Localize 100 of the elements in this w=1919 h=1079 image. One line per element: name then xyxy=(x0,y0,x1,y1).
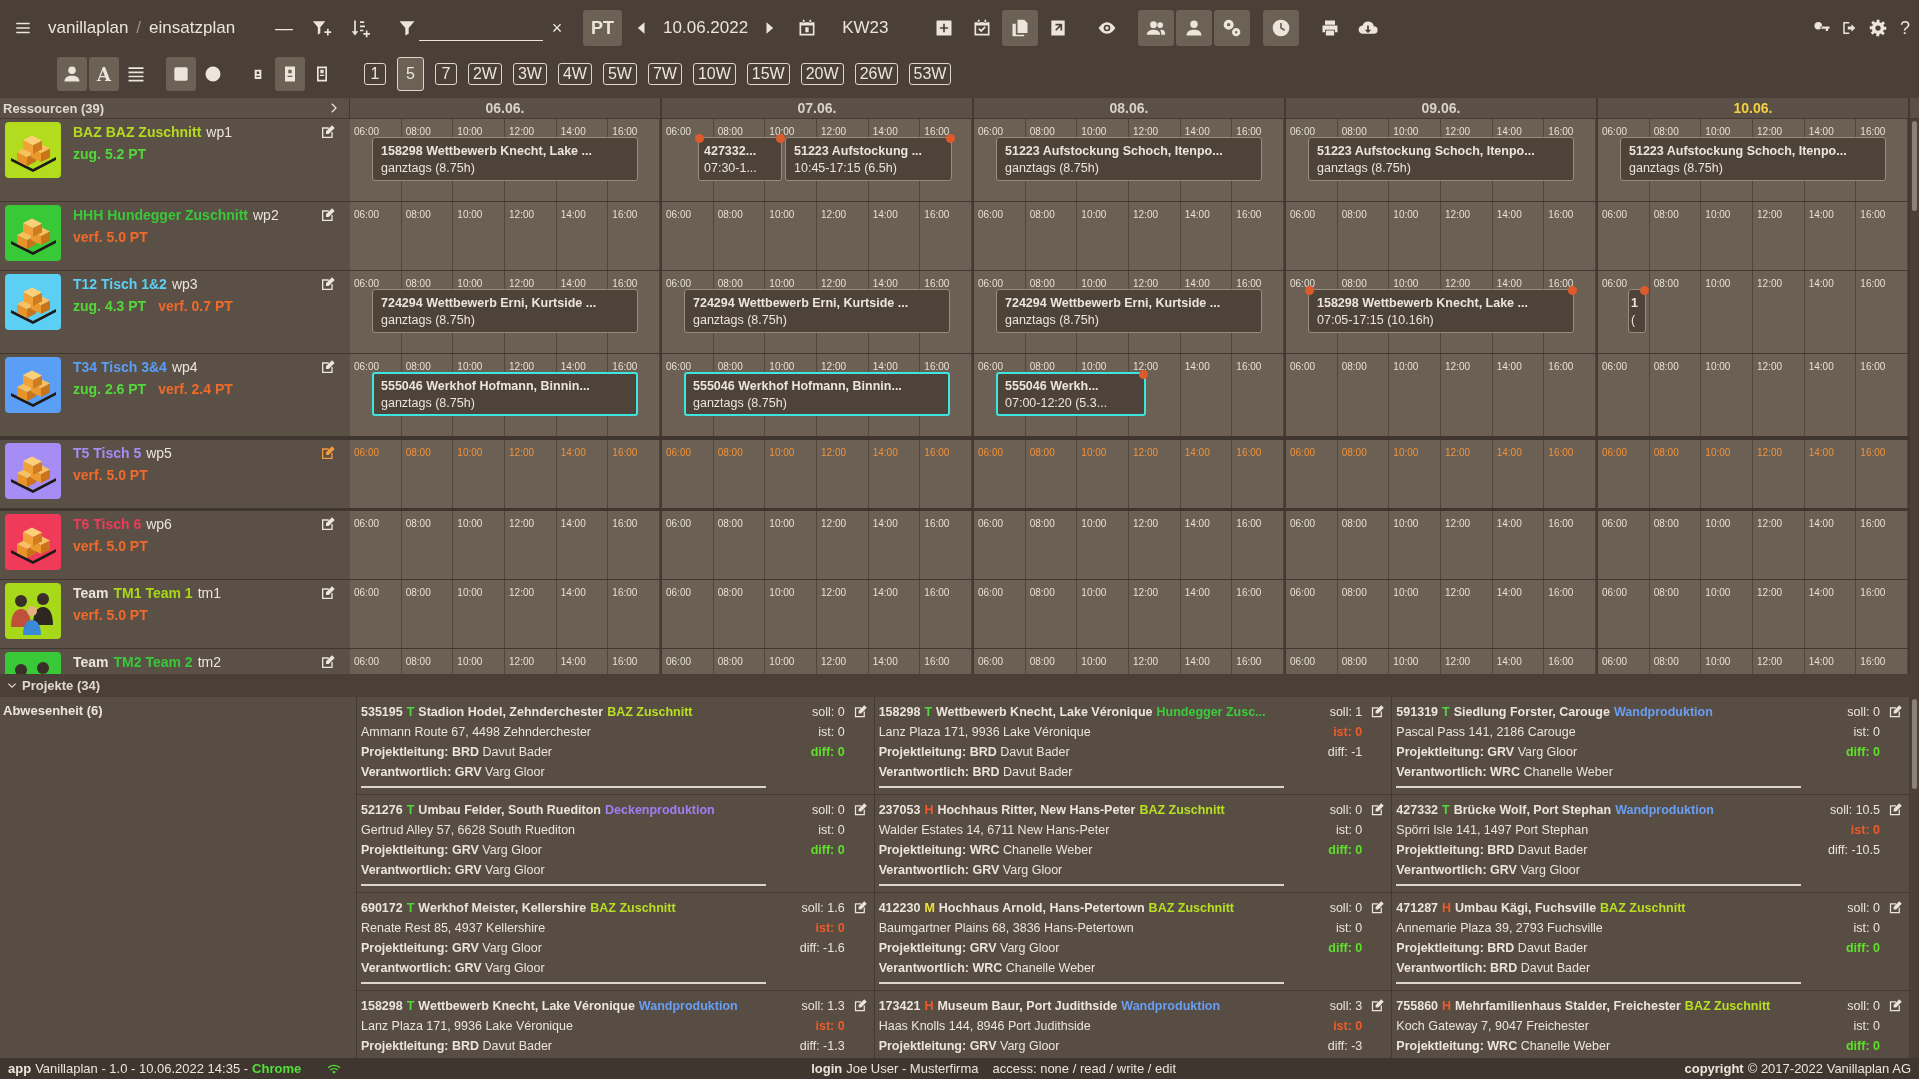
edit-icon[interactable] xyxy=(1888,802,1903,817)
user-button[interactable] xyxy=(57,57,87,91)
booking-block[interactable]: 158298 Wettbewerb Knecht, Lake ... ganztags (8.75h) xyxy=(372,137,638,181)
range-button[interactable]: 3W xyxy=(512,63,547,85)
range-button[interactable]: 5 xyxy=(397,57,424,91)
range-button[interactable]: 7 xyxy=(434,63,457,85)
edit-icon[interactable] xyxy=(1370,802,1386,817)
booking-block[interactable]: 51223 Aufstockung ... 10:45-17:15 (6.5h) xyxy=(785,137,952,181)
gears-icon[interactable] xyxy=(1221,18,1242,38)
range-button[interactable]: 1 xyxy=(364,63,386,85)
edit-icon[interactable] xyxy=(1888,998,1903,1013)
text-view-button[interactable]: A xyxy=(89,57,119,91)
booking-block[interactable]: 1 ( xyxy=(1628,289,1646,333)
range-button[interactable]: 2W xyxy=(467,63,502,85)
range-button[interactable]: 7W xyxy=(647,63,682,85)
booking-block[interactable]: 555046 Werkhof Hofmann, Binnin... ganztags (8.75h) xyxy=(372,372,638,416)
booking-block[interactable]: 158298 Wettbewerb Knecht, Lake ... 07:05-17:15 (10.16h) xyxy=(1308,289,1574,333)
project-card[interactable]: 591319 T Siedlung Forster, Carouge Wandproduktion Pascal Pass 141, 2186 Carouge Projektleitung: GRV Varg Gloor Verantwortlich: WRC Chanelle Weber soll: 0 ist: 0 diff: 0 xyxy=(1392,697,1910,795)
booking-block[interactable]: 724294 Wettbewerb Erni, Kurtside ... ganztags (8.75h) xyxy=(372,289,638,333)
edit-icon[interactable] xyxy=(320,276,336,292)
range-button[interactable]: 53W xyxy=(908,63,952,85)
project-number: 535195 xyxy=(361,704,403,721)
user-icon[interactable] xyxy=(1183,18,1204,38)
filter-plus-icon[interactable] xyxy=(312,18,333,38)
user-icon[interactable] xyxy=(62,64,82,84)
ist-value: ist: 0 xyxy=(814,1018,845,1035)
edit-icon[interactable] xyxy=(1370,900,1386,915)
project-number: 158298 xyxy=(878,704,921,721)
booking-block[interactable]: 427332... 07:30-1... xyxy=(698,137,782,181)
edit-icon[interactable] xyxy=(1370,998,1386,1013)
clock-icon[interactable] xyxy=(1270,18,1291,38)
edit-icon[interactable] xyxy=(852,802,868,817)
edit-icon[interactable] xyxy=(852,900,868,915)
project-card[interactable]: 237053 H Hochhaus Ritter, New Hans-Peter BAZ Zuschnitt Walder Estates 14, 6711 New Hans-Peter Projektleitung: WRC Chanelle Weber Verantwortlich: GRV Varg Gloor soll: 0 ist: 0 diff: 0 xyxy=(874,795,1393,893)
project-card[interactable]: 158298 T Wettbewerb Knecht, Lake Véronique Hundegger Zusc... Lanz Plaza 171, 9936 Lake Véronique Projektleitung: BRD Davut Bader Verantwortlich: BRD Davut Bader soll: 1 ist: 0 diff: -1 xyxy=(874,697,1393,795)
time-label: 10:00 xyxy=(1081,278,1107,289)
edit-icon[interactable] xyxy=(320,654,336,670)
edit-icon[interactable] xyxy=(320,585,336,601)
lines-icon[interactable] xyxy=(126,64,146,84)
resource-code: wp2 xyxy=(253,207,279,223)
project-card[interactable]: 690172 T Werkhof Meister, Kellershire BAZ Zuschnitt Renate Rest 85, 4937 Kellershire Projektleitung: GRV Varg Gloor Verantwortlich: GRV Varg Gloor soll: 1.6 ist: 0 diff: -1.6 xyxy=(357,893,875,991)
clear-button[interactable]: × xyxy=(544,10,571,46)
collapse-button[interactable]: — xyxy=(266,10,303,46)
edit-icon[interactable] xyxy=(320,516,336,532)
range-button[interactable]: 5W xyxy=(602,63,637,85)
sort-icon[interactable] xyxy=(350,18,371,38)
range-button[interactable]: 26W xyxy=(854,63,898,85)
scrollbar-thumb[interactable] xyxy=(1912,121,1917,211)
time-label: 14:00 xyxy=(1496,587,1522,598)
time-label: 08:00 xyxy=(405,278,431,289)
calendar-icon[interactable] xyxy=(797,18,818,38)
edit-icon[interactable] xyxy=(1370,704,1386,719)
settings-icon[interactable] xyxy=(1869,19,1887,37)
edit-icon[interactable] xyxy=(852,704,868,719)
time-label: 08:00 xyxy=(1029,518,1055,529)
project-card[interactable]: 471287 H Umbau Kägi, Fuchsville BAZ Zuschnitt Annemarie Plaza 39, 2793 Fuchsville Projektleitung: BRD Davut Bader Verantwortlich: BRD Davut Bader soll: 0 ist: 0 diff: 0 xyxy=(1392,893,1910,991)
time-label: 14:00 xyxy=(560,126,586,137)
help-button[interactable]: ? xyxy=(1898,16,1912,40)
project-card[interactable]: 427332 T Brücke Wolf, Port Stephan Wandproduktion Spörri Isle 141, 1497 Port Stephan Projektleitung: BRD Davut Bader Verantwortlich: GRV Varg Gloor soll: 10.5 ist: 0 diff: -10.5 xyxy=(1392,795,1910,893)
breadcrumb-link[interactable]: einsatzplan xyxy=(149,18,236,38)
booking-block[interactable]: 51223 Aufstockung Schoch, Itenpo... ganztags (8.75h) xyxy=(1308,137,1574,181)
time-label: 08:00 xyxy=(1653,278,1679,289)
booking-block[interactable]: 51223 Aufstockung Schoch, Itenpo... ganztags (8.75h) xyxy=(1620,137,1886,181)
users-icon[interactable] xyxy=(1145,18,1166,38)
project-role: Verantwortlich: WRC Chanelle Weber xyxy=(878,960,1097,977)
circle-icon[interactable] xyxy=(203,64,223,84)
scrollbar-thumb[interactable] xyxy=(1912,699,1917,789)
edit-icon[interactable] xyxy=(320,359,336,375)
project-card[interactable]: 535195 T Stadion Hodel, Zehnderchester BAZ Zuschnitt Ammann Route 67, 4498 Zehnderchester Projektleitung: BRD Davut Bader Verantwortlich: GRV Varg Gloor soll: 0 ist: 0 diff: 0 xyxy=(357,697,875,795)
time-label: 12:00 xyxy=(1133,209,1159,220)
edit-icon[interactable] xyxy=(1888,900,1903,915)
gears-button[interactable] xyxy=(1213,10,1250,46)
time-label: 16:00 xyxy=(1860,361,1886,372)
breadcrumb-link[interactable]: vanillaplan xyxy=(48,18,129,38)
range-button[interactable]: 10W xyxy=(692,63,736,85)
range-button[interactable]: 20W xyxy=(800,63,844,85)
edit-icon[interactable] xyxy=(852,998,868,1013)
project-card[interactable]: 521276 T Umbau Felder, South Ruediton Deckenproduktion Gertrud Alley 57, 6628 South Ruediton Projektleitung: GRV Varg Gloor Verantwortlich: GRV Varg Gloor soll: 0 ist: 0 diff: 0 xyxy=(357,795,875,893)
booking-block[interactable]: 555046 Werkh... 07:00-12:20 (5.3... xyxy=(996,372,1146,416)
edit-icon[interactable] xyxy=(1888,704,1903,719)
edit-icon[interactable] xyxy=(320,124,336,140)
pt-button[interactable]: PT xyxy=(583,10,623,46)
booking-block[interactable]: 555046 Werkhof Hofmann, Binnin... ganztags (8.75h) xyxy=(684,372,950,416)
project-card[interactable]: 412230 M Hochhaus Arnold, Hans-Petertown BAZ Zuschnitt Baumgartner Plains 68, 3836 Hans-Petertown Projektleitung: GRV Varg Gloor Verantwortlich: WRC Chanelle Weber soll: 0 ist: 0 diff: 0 xyxy=(874,893,1393,991)
project-number: 521276 xyxy=(361,802,403,819)
clock-button[interactable] xyxy=(1262,10,1299,46)
copy-button[interactable] xyxy=(1001,10,1038,46)
time-label: 10:00 xyxy=(769,447,795,458)
booking-block[interactable]: 724294 Wettbewerb Erni, Kurtside ... ganztags (8.75h) xyxy=(996,289,1262,333)
time-label: 12:00 xyxy=(1757,447,1783,458)
range-button[interactable]: 15W xyxy=(746,63,790,85)
user-button[interactable] xyxy=(1175,10,1212,46)
badge-button[interactable] xyxy=(275,57,305,91)
booking-block[interactable]: 724294 Wettbewerb Erni, Kurtside ... ganztags (8.75h) xyxy=(684,289,950,333)
booking-block[interactable]: 51223 Aufstockung Schoch, Itenpo... ganztags (8.75h) xyxy=(996,137,1262,181)
users-button[interactable] xyxy=(1137,10,1174,46)
edit-icon[interactable] xyxy=(320,445,336,461)
edit-icon[interactable] xyxy=(320,207,336,223)
range-button[interactable]: 4W xyxy=(557,63,592,85)
square-button[interactable] xyxy=(166,57,196,91)
